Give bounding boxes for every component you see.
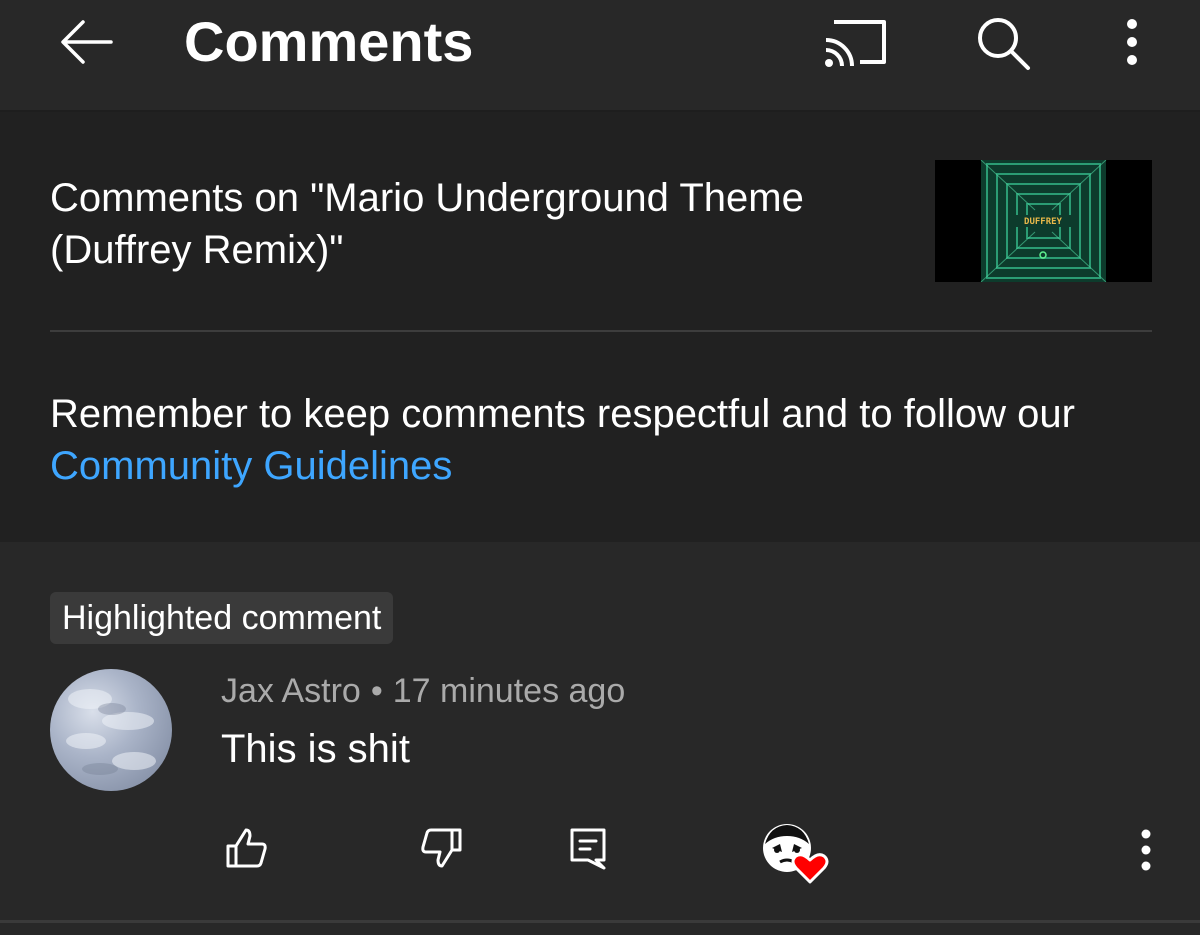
cast-icon <box>825 20 886 67</box>
creator-heart-badge <box>760 822 832 886</box>
dislike-button[interactable] <box>418 824 466 872</box>
avatar-image <box>66 689 156 775</box>
like-button[interactable] <box>222 824 270 872</box>
arrow-back-icon <box>61 20 113 64</box>
comment-timestamp: 17 minutes ago <box>392 672 626 710</box>
bottom-divider <box>0 920 1200 923</box>
comment-author[interactable]: Jax Astro <box>221 672 361 710</box>
reply-icon <box>570 828 606 870</box>
cast-button[interactable] <box>820 10 892 74</box>
page-title: Comments <box>184 10 474 73</box>
more-vert-icon <box>1127 19 1137 65</box>
thumb-up-icon <box>226 828 267 868</box>
creator-heart-icon <box>763 824 829 884</box>
comment-meta: Jax Astro • 17 minutes ago <box>221 670 625 712</box>
comments-header-panel: Comments on "Mario Underground Theme (Du… <box>0 112 1200 542</box>
video-thumbnail[interactable]: DUFFREY <box>935 160 1152 282</box>
comment-body: This is shit <box>221 727 410 771</box>
meta-separator: • <box>370 672 383 710</box>
thumbnail-image: DUFFREY <box>935 160 1152 282</box>
video-title: Comments on "Mario Underground Theme (Du… <box>50 176 804 272</box>
section-divider <box>50 330 1152 332</box>
search-button[interactable] <box>968 10 1040 74</box>
guidelines-text: Remember to keep comments respectful and… <box>50 392 1075 436</box>
top-app-bar: Comments <box>0 0 1200 112</box>
thumb-down-icon <box>421 828 462 868</box>
guidelines-notice: Remember to keep comments respectful and… <box>50 388 1150 492</box>
comment-more-button[interactable] <box>1126 824 1166 876</box>
comment-thread: Highlighted comment Jax Astro • 17 minutes… <box>0 542 1200 935</box>
more-options-button[interactable] <box>1110 10 1154 74</box>
more-vert-icon <box>1141 829 1151 871</box>
community-guidelines-link[interactable]: Community Guidelines <box>50 444 452 488</box>
avatar[interactable] <box>50 669 172 791</box>
thumbnail-label: DUFFREY <box>1024 217 1063 227</box>
search-icon <box>978 18 1030 70</box>
reply-button[interactable] <box>564 824 612 872</box>
back-button[interactable] <box>55 10 119 74</box>
highlighted-comment-badge: Highlighted comment <box>50 592 394 644</box>
